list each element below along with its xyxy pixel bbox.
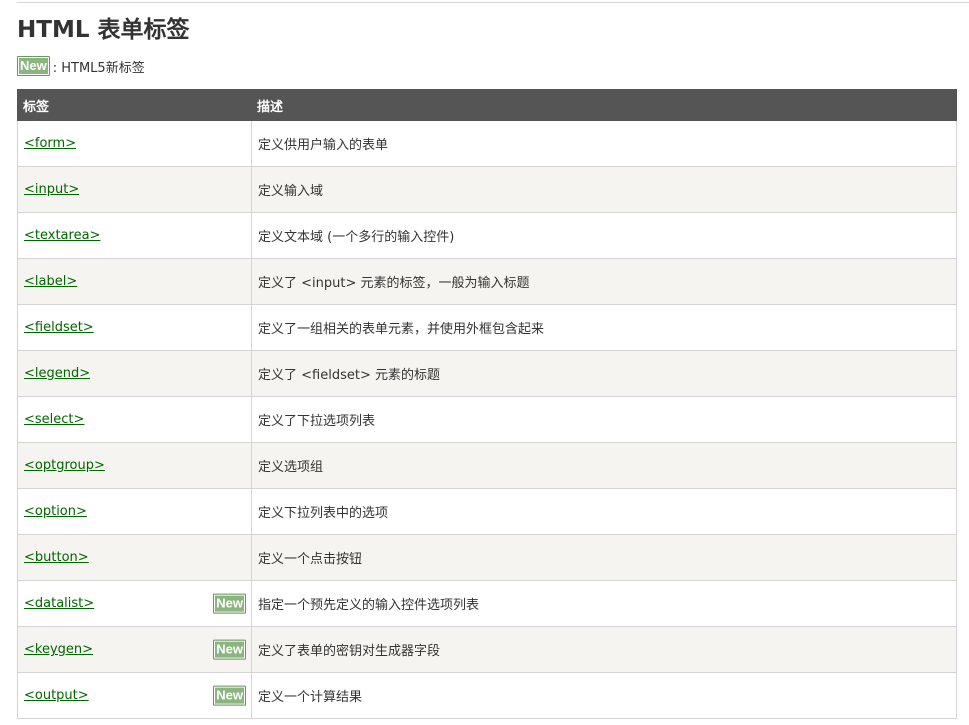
tag-link[interactable]: <button> <box>24 550 89 565</box>
table-row: <input> 定义输入域 <box>17 166 957 213</box>
description-cell: 定义了 <input> 元素的标签，一般为输入标题 <box>251 258 957 305</box>
description-cell: 定义下拉列表中的选项 <box>251 488 957 535</box>
tag-link[interactable]: <legend> <box>24 366 90 381</box>
table-row: <output> New 定义一个计算结果 <box>17 672 957 719</box>
description-cell: 定义了一组相关的表单元素，并使用外框包含起来 <box>251 304 957 351</box>
description-cell: 定义了 <fieldset> 元素的标题 <box>251 350 957 397</box>
tag-cell: <select> <box>17 396 252 443</box>
page-title: HTML 表单标签 <box>17 17 190 43</box>
tag-link[interactable]: <fieldset> <box>24 320 94 335</box>
description-cell: 定义一个点击按钮 <box>251 534 957 581</box>
new-badge: New <box>213 593 246 614</box>
tag-cell: <output> New <box>17 672 252 719</box>
tag-cell: <legend> <box>17 350 252 397</box>
table-row: <keygen> New 定义了表单的密钥对生成器字段 <box>17 626 957 673</box>
legend-text: : HTML5新标签 <box>52 60 145 76</box>
table-row: <legend> 定义了 <fieldset> 元素的标题 <box>17 350 957 397</box>
tag-link[interactable]: <keygen> <box>24 642 93 657</box>
description-cell: 定义一个计算结果 <box>251 672 957 719</box>
table-row: <form> 定义供用户输入的表单 <box>17 120 957 167</box>
tag-cell: <textarea> <box>17 212 252 259</box>
tag-cell: <label> <box>17 258 252 305</box>
new-badge: New <box>213 685 246 706</box>
description-cell: 定义输入域 <box>251 166 957 213</box>
tag-link[interactable]: <textarea> <box>24 228 100 243</box>
tag-link[interactable]: <form> <box>24 136 76 151</box>
tag-cell: <option> <box>17 488 252 535</box>
top-divider <box>17 2 969 3</box>
new-badge: New <box>17 56 50 76</box>
description-cell: 定义选项组 <box>251 442 957 489</box>
table-row: <optgroup> 定义选项组 <box>17 442 957 489</box>
table-row: <datalist> New 指定一个预先定义的输入控件选项列表 <box>17 580 957 627</box>
tag-cell: <datalist> New <box>17 580 252 627</box>
description-cell: 定义了下拉选项列表 <box>251 396 957 443</box>
tag-link[interactable]: <option> <box>24 504 87 519</box>
table-row: <button> 定义一个点击按钮 <box>17 534 957 581</box>
description-cell: 定义了表单的密钥对生成器字段 <box>251 626 957 673</box>
new-badge: New <box>213 639 246 660</box>
tag-link[interactable]: <input> <box>24 182 79 197</box>
tag-cell: <input> <box>17 166 252 213</box>
table-row: <select> 定义了下拉选项列表 <box>17 396 957 443</box>
description-cell: 指定一个预先定义的输入控件选项列表 <box>251 580 957 627</box>
tag-cell: <button> <box>17 534 252 581</box>
tag-cell: <optgroup> <box>17 442 252 489</box>
tag-cell: <keygen> New <box>17 626 252 673</box>
table-header-row: 标签 描述 <box>17 89 957 121</box>
tag-link[interactable]: <label> <box>24 274 77 289</box>
tag-link[interactable]: <optgroup> <box>24 458 105 473</box>
column-header-tag: 标签 <box>17 89 252 121</box>
table-row: <label> 定义了 <input> 元素的标签，一般为输入标题 <box>17 258 957 305</box>
table-row: <fieldset> 定义了一组相关的表单元素，并使用外框包含起来 <box>17 304 957 351</box>
tag-link[interactable]: <output> <box>24 688 89 703</box>
form-tags-table: 标签 描述 <form> 定义供用户输入的表单 <input> 定义输入域 <texta… <box>17 89 957 719</box>
tag-cell: <fieldset> <box>17 304 252 351</box>
table-body: <form> 定义供用户输入的表单 <input> 定义输入域 <textarea> 定义… <box>17 120 957 719</box>
table-row: <textarea> 定义文本域 (一个多行的输入控件) <box>17 212 957 259</box>
description-cell: 定义文本域 (一个多行的输入控件) <box>251 212 957 259</box>
column-header-description: 描述 <box>251 89 957 121</box>
tag-cell: <form> <box>17 120 252 167</box>
table-row: <option> 定义下拉列表中的选项 <box>17 488 957 535</box>
tag-link[interactable]: <select> <box>24 412 84 427</box>
html5-legend: New : HTML5新标签 <box>17 55 145 77</box>
tag-link[interactable]: <datalist> <box>24 596 94 611</box>
description-cell: 定义供用户输入的表单 <box>251 120 957 167</box>
